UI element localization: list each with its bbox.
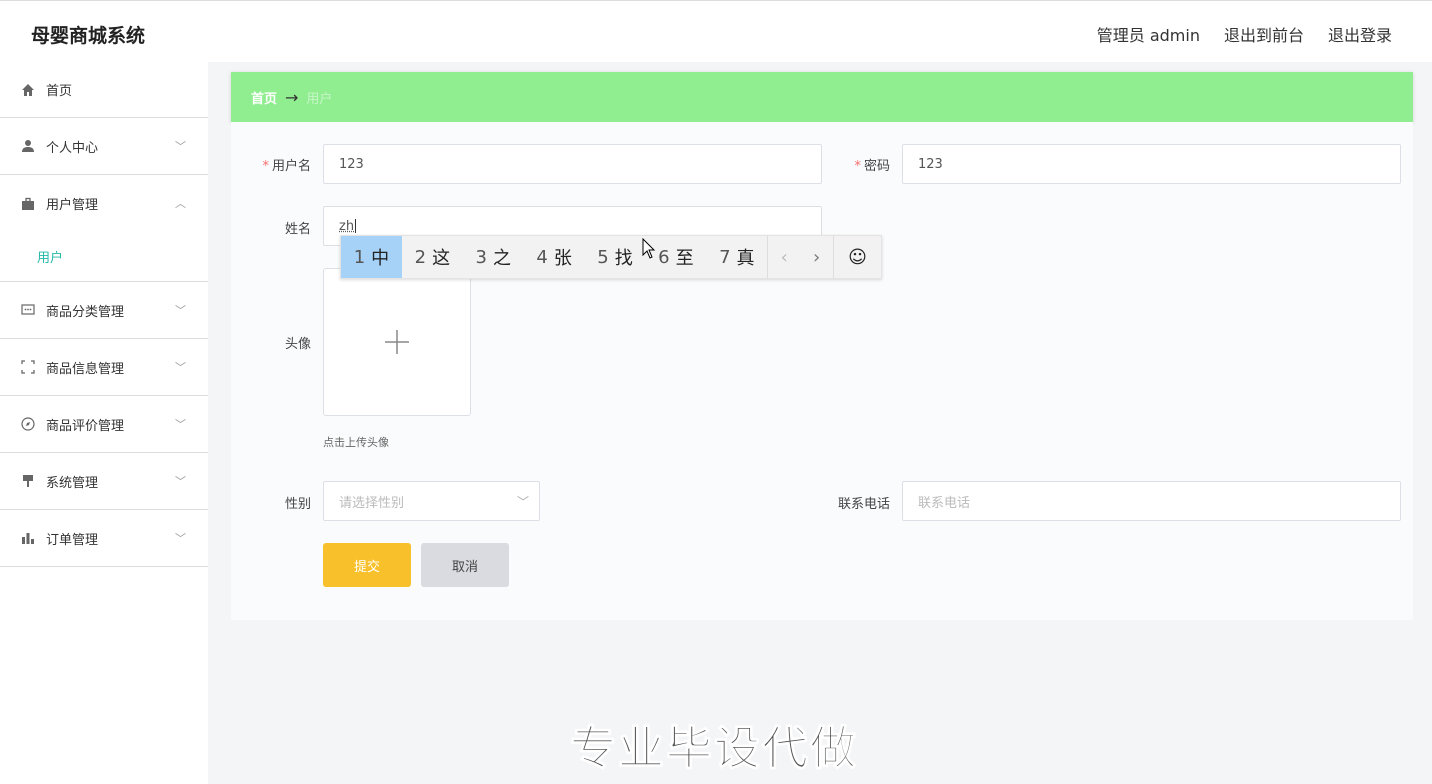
- name-label: 姓名: [284, 222, 311, 237]
- sidebar-item-label: 订单管理: [46, 532, 99, 548]
- gender-select[interactable]: 请选择性别 ﹀: [323, 481, 540, 521]
- watermark-text: 专业毕设代做: [570, 721, 858, 776]
- chevron-down-icon: ﹀: [175, 140, 186, 153]
- user-form: *用户名 123 *123密码 123 姓名 zh 头像 点击上传头像 性别 请…: [231, 122, 1413, 620]
- ime-candidate-bar: 1中 2这 3之 4张 5找 6至 7真 ‹ › ☺: [340, 235, 882, 279]
- sidebar-item-label: 个人中心: [46, 140, 99, 156]
- avatar-upload[interactable]: [323, 268, 471, 416]
- logout-link[interactable]: 退出登录: [1328, 22, 1392, 46]
- ime-candidate[interactable]: 5找: [585, 236, 646, 278]
- ime-prev-page-icon[interactable]: ‹: [767, 236, 800, 278]
- sidebar-item-label: 首页: [46, 84, 73, 99]
- chevron-down-icon: ﹀: [175, 304, 186, 317]
- home-icon: [20, 82, 36, 98]
- cancel-button[interactable]: 取消: [421, 543, 509, 587]
- frame-icon: [20, 359, 36, 375]
- admin-label: 管理员 admin: [1096, 26, 1200, 45]
- sidebar-item-label: 商品信息管理: [46, 361, 125, 377]
- sidebar: 首页 个人中心 ﹀ 用户管理 ︿ 用户 商品分类管理 ﹀ 商品信息管理 ﹀ 商品…: [0, 62, 208, 784]
- user-icon: [20, 138, 36, 154]
- phone-label: 联系电话: [837, 497, 890, 512]
- top-header: 母婴商城系统 管理员 admin 退出到前台 退出登录: [0, 0, 1432, 62]
- sidebar-item-system-management[interactable]: 系统管理 ﹀: [0, 453, 208, 510]
- chevron-down-icon: ﹀: [175, 475, 186, 488]
- submit-button[interactable]: 提交: [323, 543, 411, 587]
- sidebar-item-label: 用户管理: [46, 198, 99, 213]
- mouse-cursor-icon: [642, 238, 656, 259]
- bar-chart-icon: [20, 530, 36, 546]
- sidebar-item-order-management[interactable]: 订单管理 ﹀: [0, 510, 208, 567]
- avatar-upload-hint: 点击上传头像: [323, 436, 389, 449]
- brush-icon: [20, 473, 36, 489]
- phone-field[interactable]: 联系电话: [902, 481, 1401, 521]
- sidebar-item-label: 商品评价管理: [46, 418, 125, 434]
- breadcrumb-current: 用户: [306, 91, 333, 107]
- compass-icon: [20, 416, 36, 432]
- username-field[interactable]: 123: [323, 144, 822, 184]
- ime-candidate[interactable]: 1中: [341, 236, 402, 278]
- gender-label: 性别: [284, 497, 311, 512]
- breadcrumb-arrow: →: [285, 87, 299, 107]
- chevron-down-icon: ﹀: [175, 532, 186, 545]
- chevron-down-icon: ﹀: [175, 418, 186, 431]
- chevron-up-icon: ︿: [175, 197, 186, 210]
- briefcase-icon: [20, 196, 36, 212]
- chevron-down-icon: ﹀: [175, 361, 186, 374]
- sidebar-item-user-management[interactable]: 用户管理 ︿: [0, 175, 208, 232]
- ime-candidate[interactable]: 7真: [706, 236, 767, 278]
- ime-next-page-icon[interactable]: ›: [800, 236, 833, 278]
- username-label: * 用户名: [262, 159, 311, 174]
- ime-candidate[interactable]: 2这: [402, 236, 463, 278]
- chat-icon: [20, 302, 36, 318]
- smiley-icon[interactable]: ☺: [833, 236, 881, 278]
- ime-candidate[interactable]: 3之: [463, 236, 524, 278]
- breadcrumb: 首页 → 用户: [231, 72, 1413, 122]
- plus-icon: [385, 330, 409, 354]
- sidebar-item-home[interactable]: 首页: [0, 62, 208, 118]
- breadcrumb-home[interactable]: 首页: [251, 88, 277, 107]
- sidebar-item-category-management[interactable]: 商品分类管理 ﹀: [0, 282, 208, 339]
- password-field[interactable]: 123: [902, 144, 1401, 184]
- sidebar-subitem-users[interactable]: 用户: [0, 232, 208, 282]
- avatar-label: 头像: [284, 337, 311, 352]
- sidebar-item-review-management[interactable]: 商品评价管理 ﹀: [0, 396, 208, 453]
- exit-to-front-link[interactable]: 退出到前台: [1224, 22, 1304, 46]
- sidebar-item-label: 系统管理: [46, 475, 99, 491]
- password-label: *123密码: [854, 159, 890, 174]
- sidebar-item-label: 商品分类管理: [46, 304, 125, 320]
- app-title: 母婴商城系统: [31, 25, 146, 47]
- ime-candidate[interactable]: 4张: [524, 236, 585, 278]
- sidebar-item-personal-center[interactable]: 个人中心 ﹀: [0, 118, 208, 175]
- chevron-down-icon: ﹀: [516, 495, 529, 509]
- sidebar-item-product-info-management[interactable]: 商品信息管理 ﹀: [0, 339, 208, 396]
- header-links: 管理员 admin 退出到前台 退出登录: [1097, 22, 1392, 46]
